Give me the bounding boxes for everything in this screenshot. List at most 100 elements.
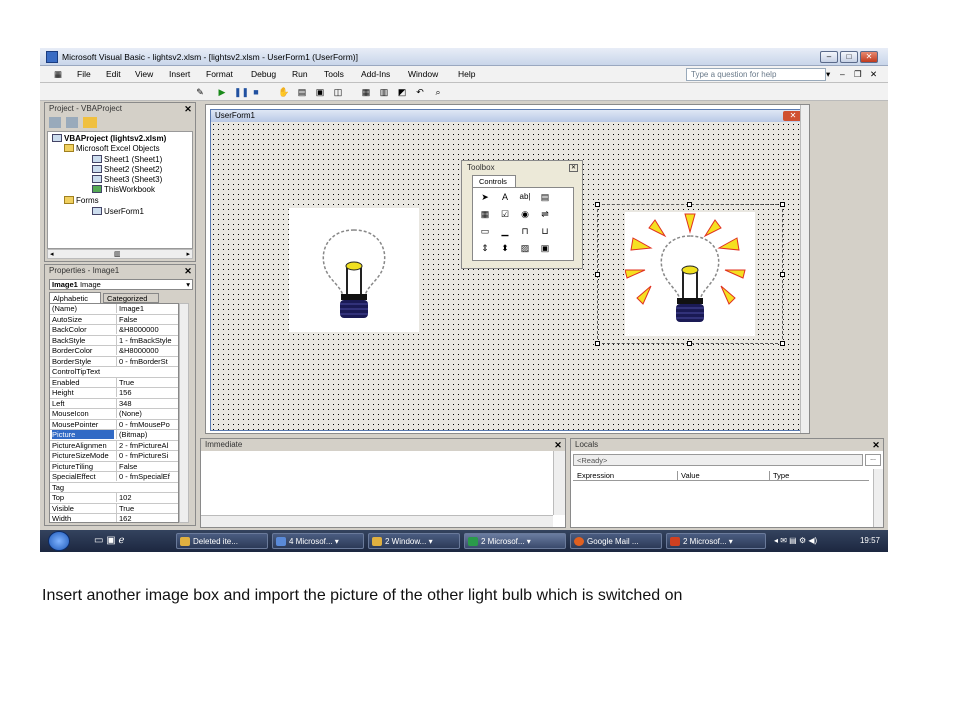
property-value[interactable]: 2 - fmPictureAl [116,440,178,450]
properties-close-icon[interactable]: ✕ [183,266,193,276]
resize-handle[interactable] [780,272,785,277]
design-mode-icon[interactable]: ✋ [278,86,290,98]
tree-sheet3[interactable]: Sheet3 (Sheet3) [92,175,162,184]
toggle-folders-icon[interactable] [83,117,98,128]
zoom-icon[interactable]: ⌕ [432,86,444,98]
menu-format[interactable]: Format [206,69,233,79]
project-hscrollbar[interactable]: ◂ ▥ ▸ [47,249,193,259]
tabstrip-tool-icon[interactable]: ⊓ [517,224,533,238]
property-value[interactable]: 0 - fmPictureSi [116,451,178,460]
property-row[interactable]: Picture (Bitmap) [50,430,178,441]
property-row[interactable]: Tag [50,483,178,493]
view-code-icon[interactable] [49,117,61,128]
toolbox-icon[interactable]: ▦ [360,86,372,98]
property-row[interactable]: BorderColor &H8000000 [50,346,178,357]
menu-debug[interactable]: Debug [251,69,276,79]
doc-restore-button[interactable]: ❐ [854,69,862,80]
form-canvas[interactable]: Toolbox ✕ Controls ➤ A ab| ▤ ▦ ☑ ◉ ⇌ ▭ ▁ [211,122,805,430]
resize-handle[interactable] [595,272,600,277]
property-value[interactable]: 156 [116,388,178,397]
locals-call-stack-button[interactable]: ... [865,454,881,466]
module-icon[interactable]: ▦ [54,69,62,80]
tab-categorized[interactable]: Categorized [103,293,159,303]
multipage-tool-icon[interactable]: ⊔ [537,224,553,238]
tree-thisworkbook[interactable]: ThisWorkbook [92,185,155,194]
property-value[interactable]: 0 - fmSpecialEf [116,472,178,481]
task-microsoft-2-active[interactable]: 2 Microsof... ▾ [464,533,566,549]
view-excel-icon[interactable]: ✎ [194,86,206,98]
commandbutton-tool-icon[interactable]: ▁ [497,224,513,238]
property-value[interactable]: Image1 [116,304,178,313]
align-icon[interactable]: ↶ [414,86,426,98]
task-google-mail[interactable]: Google Mail ... [570,533,662,549]
locals-close-icon[interactable]: ✕ [871,440,881,450]
listbox-tool-icon[interactable]: ▦ [477,207,493,221]
group-icon[interactable]: ◩ [396,86,408,98]
properties-vscrollbar[interactable] [179,303,189,523]
immediate-close-icon[interactable]: ✕ [553,440,563,450]
ask-dropdown-icon[interactable]: ▾ [826,69,830,80]
break-icon[interactable]: ❚❚ [234,86,249,98]
property-row[interactable]: Top 102 [50,493,178,504]
immediate-vscrollbar[interactable] [553,451,565,515]
property-row[interactable]: PictureAlignmen 2 - fmPictureAl [50,440,178,451]
tree-sheet1[interactable]: Sheet1 (Sheet1) [92,155,162,164]
image-bulb-off[interactable] [289,208,419,332]
property-value[interactable]: (Bitmap) [116,430,178,439]
property-row[interactable]: Left 348 [50,398,178,409]
property-row[interactable]: BackColor &H8000000 [50,325,178,336]
property-value[interactable]: True [116,377,178,387]
task-windows[interactable]: 2 Window... ▾ [368,533,460,549]
property-value[interactable]: 0 - fmMousePo [116,419,178,429]
property-row[interactable]: PictureSizeMode 0 - fmPictureSi [50,451,178,462]
tab-controls[interactable]: Controls [472,175,516,187]
property-row[interactable]: BorderStyle 0 - fmBorderSt [50,356,178,367]
minimize-button[interactable]: – [820,51,838,63]
scrollbar-tool-icon[interactable]: ⇕ [477,241,493,255]
menu-file[interactable]: File [77,69,91,79]
view-object-icon[interactable] [66,117,79,128]
properties-window-icon[interactable]: ▣ [314,86,326,98]
property-row[interactable]: ControlTipText [50,367,178,378]
property-row[interactable]: BackStyle 1 - fmBackStyle [50,335,178,346]
textbox-tool-icon[interactable]: ab| [517,190,533,204]
resize-handle[interactable] [780,341,785,346]
toolbox-close-icon[interactable]: ✕ [569,164,578,172]
tree-sheet2[interactable]: Sheet2 (Sheet2) [92,165,162,174]
tree-userform1[interactable]: UserForm1 [92,207,144,216]
property-row[interactable]: Visible True [50,503,178,514]
property-row[interactable]: Enabled True [50,377,178,388]
image-bulb-on[interactable] [624,212,755,336]
property-row[interactable]: MouseIcon (None) [50,409,178,420]
resize-handle[interactable] [780,202,785,207]
property-value[interactable]: 162 [116,514,178,522]
tree-vbaproject[interactable]: VBAProject (lightsv2.xlsm) [52,134,166,143]
menu-edit[interactable]: Edit [106,69,121,79]
task-deleted-items[interactable]: Deleted ite... [176,533,268,549]
tab-order-icon[interactable]: ▥ [378,86,390,98]
property-row[interactable]: PictureTiling False [50,461,178,472]
locals-vscrollbar[interactable] [873,469,883,527]
property-row[interactable]: MousePointer 0 - fmMousePo [50,419,178,430]
task-microsoft-4[interactable]: 4 Microsof... ▾ [272,533,364,549]
task-microsoft-2b[interactable]: 2 Microsof... ▾ [666,533,766,549]
image-tool-icon[interactable]: ▨ [517,241,533,255]
menu-view[interactable]: View [135,69,153,79]
maximize-button[interactable]: □ [840,51,858,63]
property-value[interactable]: 0 - fmBorderSt [116,356,178,366]
property-value[interactable]: False [116,461,178,471]
object-browser-icon[interactable]: ◫ [332,86,344,98]
property-row[interactable]: Height 156 [50,388,178,399]
property-row[interactable]: Width 162 [50,514,178,522]
quick-launch-icons[interactable]: ▭ ▣ ℯ [94,535,124,546]
optionbutton-tool-icon[interactable]: ◉ [517,207,533,221]
property-row[interactable]: (Name) Image1 [50,304,178,315]
immediate-hscrollbar[interactable] [201,515,553,527]
togglebutton-tool-icon[interactable]: ⇌ [537,207,553,221]
menu-addins[interactable]: Add-Ins [361,69,390,79]
property-value[interactable]: 1 - fmBackStyle [116,335,178,345]
refedit-tool-icon[interactable]: ▣ [537,241,553,255]
system-tray-icons[interactable]: ◂ ✉ ▤ ⚙ ◀) [774,536,817,545]
menu-window[interactable]: Window [408,69,438,79]
start-button[interactable] [48,531,70,551]
